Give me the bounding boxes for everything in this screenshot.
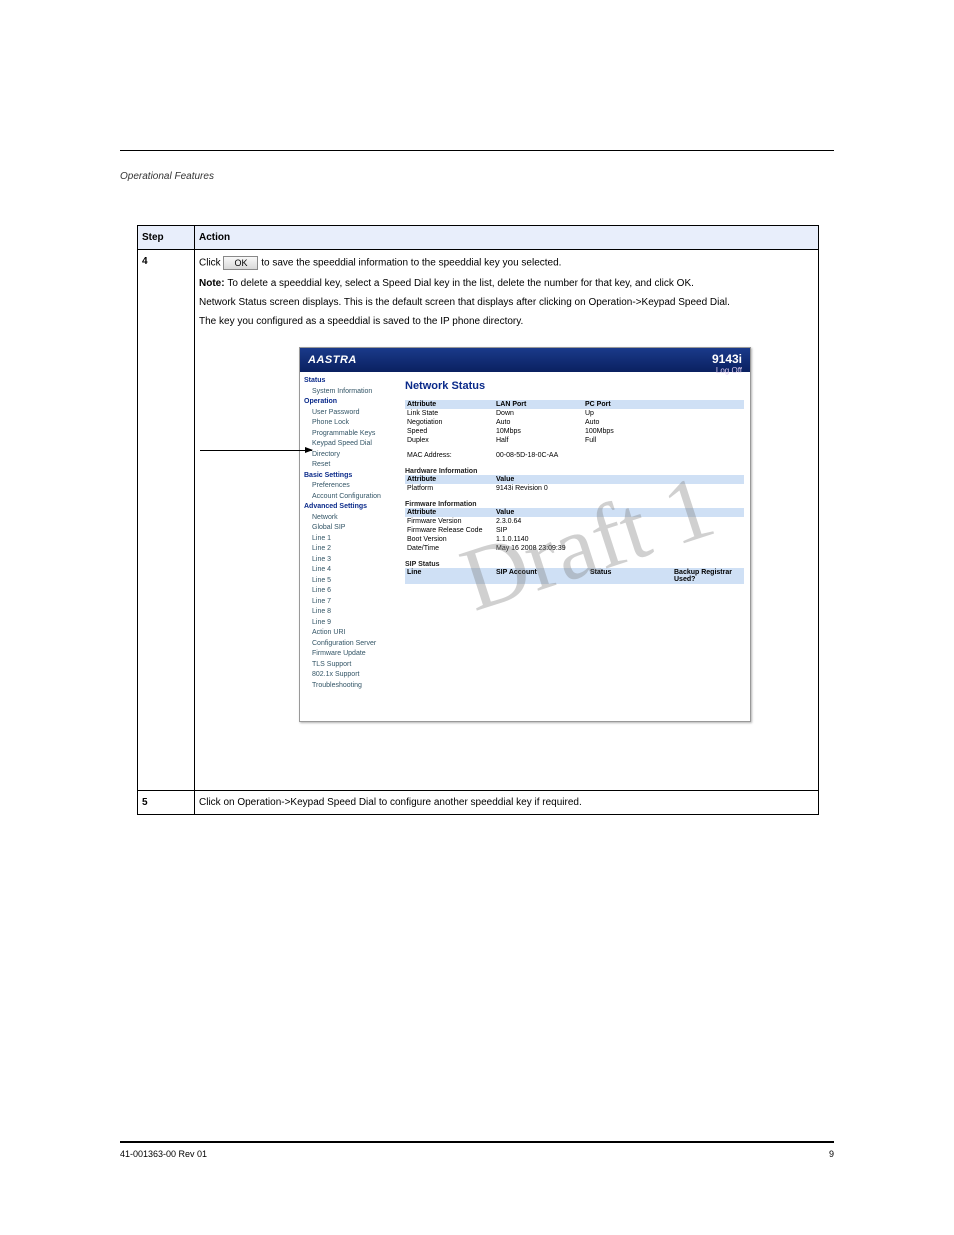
nav-item[interactable]: Directory [312,450,399,461]
nav-item[interactable]: Network [312,513,399,524]
webui-main: Draft 1 Network Status Attribute LAN Por… [399,372,750,721]
sip-title: SIP Status [405,561,744,568]
nav-item[interactable]: TLS Support [312,660,399,671]
nav-item[interactable]: Global SIP [312,523,399,534]
net-header: Attribute LAN Port PC Port [405,400,744,409]
mac-row: MAC Address:00-08-5D-18-0C-AA [405,451,744,460]
nav-item[interactable]: Line 2 [312,544,399,555]
webui-left-nav: Status System Information Operation User… [300,372,399,721]
page-header: Operational Features [120,150,834,182]
nav-item[interactable]: Firmware Update [312,649,399,660]
nav-item[interactable]: Line 6 [312,586,399,597]
col-attribute: Attribute [405,400,494,409]
nav-group-operation: Operation [304,397,399,408]
ok-button[interactable]: OK [223,256,258,270]
table-header-row: Step Action [138,226,818,249]
sip-header: Line SIP Account Status Backup Registrar… [405,568,744,584]
nav-item[interactable]: Troubleshooting [312,681,399,692]
step-body: Click OK to save the speeddial informati… [195,250,818,790]
nav-item[interactable]: Line 8 [312,607,399,618]
brand-logo: AASTRA [308,354,357,366]
procedure-table: Step Action 4 Click OK to save the speed… [137,225,819,815]
nav-item[interactable]: Line 7 [312,597,399,608]
step4-text3: The key you configured as a speeddial is… [199,316,814,327]
table-row: Speed10Mbps100Mbps [405,427,744,436]
panel-title: Network Status [405,380,744,392]
step4-text-b: to save the speeddial information to the… [261,258,561,269]
nav-item[interactable]: Programmable Keys [312,429,399,440]
header-rule [120,150,834,151]
table-row: Firmware Version2.3.0.64 [405,517,744,526]
nav-item[interactable]: System Information [312,387,399,398]
section-title: Operational Features [120,171,834,182]
nav-item[interactable]: Line 3 [312,555,399,566]
hw-title: Hardware Information [405,468,744,475]
nav-item[interactable]: Preferences [312,481,399,492]
step-number: 4 [138,250,195,790]
table-row: Link StateDownUp [405,409,744,418]
page-footer: 41-001363-00 Rev 01 9 [120,1141,834,1159]
model-label: 9143i [712,352,742,366]
nav-item[interactable]: Action URI [312,628,399,639]
table-row: DuplexHalfFull [405,436,744,445]
footer-rule [120,1141,834,1143]
nav-item[interactable]: Account Configuration [312,492,399,503]
nav-group-basic: Basic Settings [304,471,399,482]
col-step: Step [138,226,195,249]
table-row: Date/TimeMay 16 2008 23:09:39 [405,544,744,553]
nav-item[interactable]: User Password [312,408,399,419]
nav-item[interactable]: Reset [312,460,399,471]
fw-header: AttributeValue [405,508,744,517]
note-label: Note: [199,278,227,289]
nav-item[interactable]: Line 9 [312,618,399,629]
col-pc: PC Port [583,400,672,409]
nav-item[interactable]: Line 4 [312,565,399,576]
fw-title: Firmware Information [405,501,744,508]
table-row: Platform9143i Revision 0 [405,484,744,493]
col-lan: LAN Port [494,400,583,409]
table-row: 4 Click OK to save the speeddial informa… [138,249,818,790]
table-row: Boot Version1.1.0.1140 [405,535,744,544]
nav-item[interactable]: Line 1 [312,534,399,545]
table-row: 5 Click on Operation->Keypad Speed Dial … [138,790,818,814]
step-number: 5 [138,791,195,814]
step4-text2: Network Status screen displays. This is … [199,297,814,308]
col-action: Action [195,226,818,249]
webui-topbar: AASTRA 9143i Log Off [300,348,750,372]
nav-item[interactable]: 802.1x Support [312,670,399,681]
callout-arrow [200,450,312,451]
nav-item[interactable]: Line 5 [312,576,399,587]
step-body: Click on Operation->Keypad Speed Dial to… [195,791,818,814]
table-row: Firmware Release CodeSIP [405,526,744,535]
table-row: NegotiationAutoAuto [405,418,744,427]
step4-text-a: Click [199,258,223,269]
webui-screenshot: AASTRA 9143i Log Off Status System Infor… [299,347,751,722]
hw-header: AttributeValue [405,475,744,484]
nav-group-advanced: Advanced Settings [304,502,399,513]
page-number: 9 [829,1149,834,1159]
nav-item[interactable]: Phone Lock [312,418,399,429]
footer-left: 41-001363-00 Rev 01 [120,1149,207,1159]
note-body: To delete a speeddial key, select a Spee… [227,278,694,289]
nav-item[interactable]: Configuration Server [312,639,399,650]
nav-group-status: Status [304,376,399,387]
nav-item-keypad-speed-dial[interactable]: Keypad Speed Dial [312,439,399,450]
